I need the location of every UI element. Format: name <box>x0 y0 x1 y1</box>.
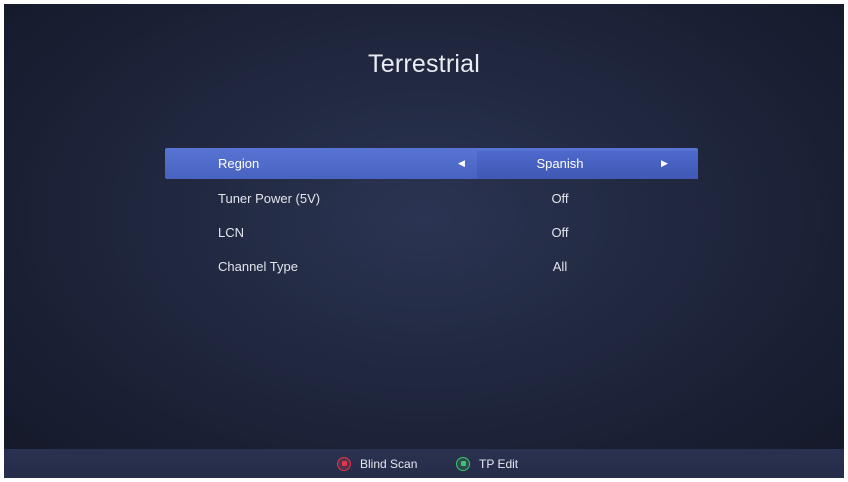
tp-edit-hint[interactable]: TP Edit <box>456 449 518 478</box>
blind-scan-hint[interactable]: Blind Scan <box>337 449 417 478</box>
row-label: LCN <box>218 225 245 240</box>
menu-row-lcn[interactable]: LCN Off <box>165 216 698 250</box>
settings-menu: Region ◀ Spanish ▶ Tuner Power (5V) Off … <box>165 148 698 284</box>
green-button-icon <box>456 456 470 471</box>
menu-row-region[interactable]: Region ◀ Spanish ▶ <box>165 148 698 179</box>
menu-row-tuner-power[interactable]: Tuner Power (5V) Off <box>165 182 698 216</box>
row-label: Region <box>218 156 260 171</box>
triangle-right-icon[interactable]: ▶ <box>661 148 668 179</box>
row-value: Off <box>551 191 569 206</box>
hint-label: Blind Scan <box>360 456 418 471</box>
red-button-icon <box>337 456 351 471</box>
row-value: Spanish <box>536 156 584 171</box>
hint-label: TP Edit <box>479 456 519 471</box>
triangle-left-icon[interactable]: ◀ <box>458 148 465 179</box>
menu-row-channel-type[interactable]: Channel Type All <box>165 250 698 284</box>
row-label: Tuner Power (5V) <box>218 191 321 206</box>
tv-menu-screen: Terrestrial Region ◀ Spanish ▶ Tuner Pow… <box>4 4 844 478</box>
page-title: Terrestrial <box>368 50 480 78</box>
row-value: All <box>552 259 568 274</box>
hint-bar: Blind Scan TP Edit <box>4 449 844 478</box>
row-value: Off <box>551 225 569 240</box>
row-label: Channel Type <box>218 259 298 274</box>
